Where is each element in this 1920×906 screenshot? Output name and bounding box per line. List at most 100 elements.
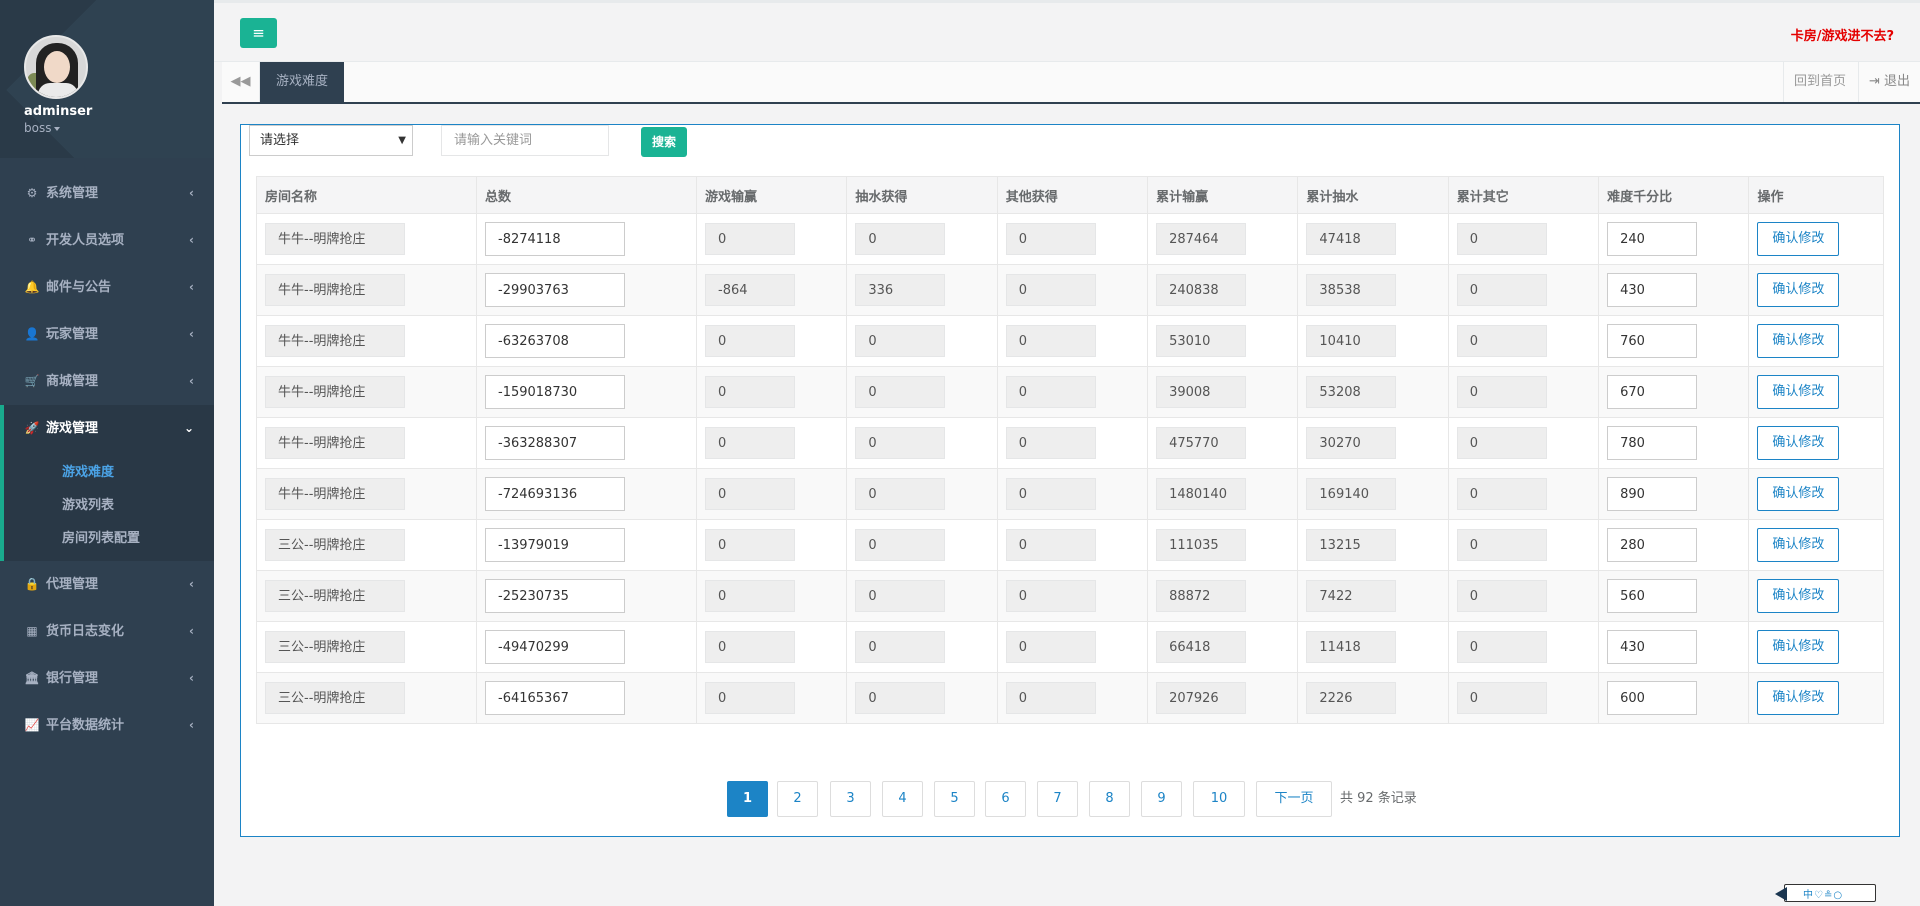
page-button[interactable]: 8: [1089, 781, 1130, 817]
search-button[interactable]: 搜索: [641, 127, 687, 157]
difficulty-input[interactable]: 670: [1607, 375, 1698, 409]
rake-field: 0: [855, 682, 946, 714]
chevron-left-icon: ‹: [189, 186, 194, 200]
tab-scroll-left-button[interactable]: ◀◀: [222, 62, 260, 102]
page-button[interactable]: 4: [882, 781, 923, 817]
total-input[interactable]: -8274118: [485, 222, 626, 256]
page-button[interactable]: 5: [934, 781, 975, 817]
sidebar-item[interactable]: ⚭ 开发人员选项 ‹: [0, 217, 214, 264]
column-header: 抽水获得: [846, 176, 998, 214]
total-input[interactable]: -64165367: [485, 681, 626, 715]
cum-other-field: 0: [1456, 325, 1547, 357]
menu-toggle-button[interactable]: ≡: [240, 18, 277, 48]
user-role-dropdown[interactable]: boss: [24, 121, 61, 135]
confirm-edit-button[interactable]: 确认修改: [1757, 630, 1840, 664]
confirm-edit-button[interactable]: 确认修改: [1757, 681, 1840, 715]
total-input[interactable]: -49470299: [485, 630, 626, 664]
confirm-edit-button[interactable]: 确认修改: [1757, 375, 1840, 409]
filter-select[interactable]: 请选择 ▼: [249, 125, 413, 156]
difficulty-input[interactable]: 560: [1607, 579, 1698, 613]
page-button[interactable]: 3: [830, 781, 871, 817]
page-button[interactable]: 7: [1037, 781, 1078, 817]
notice-link[interactable]: 卡房/游戏进不去?: [1791, 25, 1894, 44]
table-cell: 三公--明牌抢庄: [255, 570, 478, 622]
table-cell: -724693136: [476, 468, 698, 520]
confirm-edit-button[interactable]: 确认修改: [1757, 579, 1840, 613]
sidebar-item[interactable]: 📈 平台数据统计 ‹: [0, 702, 214, 749]
total-input[interactable]: -63263708: [485, 324, 626, 358]
total-input[interactable]: -13979019: [485, 528, 626, 562]
table-cell: 0: [996, 621, 1149, 673]
sidebar-subitem[interactable]: 游戏列表: [4, 489, 214, 522]
rake-field: 336: [855, 274, 946, 306]
difficulty-input[interactable]: 240: [1607, 222, 1698, 256]
room-name-field: 牛牛--明牌抢庄: [265, 376, 405, 408]
tab-game-difficulty[interactable]: 游戏难度: [260, 62, 345, 102]
home-link[interactable]: 回到首页: [1782, 62, 1856, 102]
cum-other-field: 0: [1456, 376, 1547, 408]
difficulty-input[interactable]: 760: [1607, 324, 1698, 358]
confirm-edit-button[interactable]: 确认修改: [1757, 273, 1840, 307]
page-button[interactable]: 1: [727, 781, 768, 817]
sidebar-item[interactable]: ⚙ 系统管理 ‹: [0, 170, 214, 217]
user-name: adminser: [24, 104, 93, 119]
sidebar-item[interactable]: 🔒 代理管理 ‹: [0, 561, 214, 608]
column-header: 总数: [476, 176, 698, 214]
sidebar-item[interactable]: 🛒 商城管理 ‹: [0, 358, 214, 405]
sidebar-item-label: 开发人员选项: [46, 233, 125, 248]
total-input[interactable]: -724693136: [485, 477, 626, 511]
table-cell: 确认修改: [1748, 417, 1884, 469]
game-winloss-field: -864: [705, 274, 796, 306]
sidebar-item[interactable]: 🔔 邮件与公告 ‹: [0, 264, 214, 311]
table-row: 三公--明牌抢庄 -13979019 0 0 0 111035 13215 0 280 确认修改: [255, 519, 1884, 571]
table-row: 牛牛--明牌抢庄 -63263708 0 0 0 53010 10410 0 760 确认修改: [255, 315, 1884, 367]
confirm-edit-button[interactable]: 确认修改: [1757, 528, 1840, 562]
sidebar-subitem[interactable]: 游戏难度: [4, 456, 214, 489]
difficulty-input[interactable]: 430: [1607, 630, 1698, 664]
confirm-edit-button[interactable]: 确认修改: [1757, 222, 1840, 256]
difficulty-input[interactable]: 890: [1607, 477, 1698, 511]
content-panel: 请选择 ▼ 搜索 房间名称总数游戏输赢抽水获得其他获得累计输赢累计抽水累计其它难度…: [240, 124, 1900, 837]
table-header-row: 房间名称 总数 游戏输赢 抽水获得 其他获得 累计输赢 累计抽水 累计其它 难度千分比 操作: [255, 176, 1884, 214]
sidebar-item[interactable]: 🚀 游戏管理 ⌄: [0, 405, 214, 452]
page-button[interactable]: 6: [985, 781, 1026, 817]
sidebar-item[interactable]: 👤 玩家管理 ‹: [0, 311, 214, 358]
total-input[interactable]: -159018730: [485, 375, 626, 409]
rake-field: 0: [855, 478, 946, 510]
total-input[interactable]: -363288307: [485, 426, 626, 460]
total-input[interactable]: -25230735: [485, 579, 626, 613]
keyword-input[interactable]: [441, 125, 609, 156]
table-cell: 890: [1598, 468, 1750, 520]
sidebar-submenu: 游戏难度 游戏列表 房间列表配置: [0, 452, 214, 561]
backward-icon: ◀◀: [230, 74, 251, 89]
table-cell: -63263708: [476, 315, 698, 367]
confirm-edit-button[interactable]: 确认修改: [1757, 324, 1840, 358]
rocket-icon: 🚀: [24, 421, 40, 435]
confirm-edit-button[interactable]: 确认修改: [1757, 426, 1840, 460]
sidebar-item[interactable]: ▦ 货币日志变化 ‹: [0, 608, 214, 655]
table-cell: 牛牛--明牌抢庄: [255, 417, 478, 469]
confirm-edit-button[interactable]: 确认修改: [1757, 477, 1840, 511]
cum-other-field: 0: [1456, 274, 1547, 306]
room-name-field: 三公--明牌抢庄: [265, 529, 405, 561]
cum-other-field: 0: [1456, 631, 1547, 663]
difficulty-input[interactable]: 600: [1607, 681, 1698, 715]
table-row: 牛牛--明牌抢庄 -724693136 0 0 0 1480140 169140 0 890 确认…: [255, 468, 1884, 520]
avatar[interactable]: [24, 35, 88, 99]
total-input[interactable]: -29903763: [485, 273, 626, 307]
logout-link[interactable]: ⇥ 退出: [1857, 62, 1920, 102]
difficulty-input[interactable]: 780: [1607, 426, 1698, 460]
footer-logo-text: 中♡≗○: [1803, 890, 1844, 901]
next-page-button[interactable]: 下一页: [1256, 781, 1332, 817]
page-button[interactable]: 2: [777, 781, 818, 817]
avatar-shirt: [38, 83, 78, 97]
table-cell: 0: [696, 519, 848, 571]
total-records: 共 92 条记录: [1340, 791, 1417, 806]
difficulty-input[interactable]: 280: [1607, 528, 1698, 562]
table-cell: 三公--明牌抢庄: [255, 621, 478, 673]
sidebar-subitem[interactable]: 房间列表配置: [4, 522, 214, 555]
page-button[interactable]: 10: [1193, 781, 1245, 817]
difficulty-input[interactable]: 430: [1607, 273, 1698, 307]
sidebar-item[interactable]: 🏛 银行管理 ‹: [0, 655, 214, 702]
page-button[interactable]: 9: [1141, 781, 1182, 817]
